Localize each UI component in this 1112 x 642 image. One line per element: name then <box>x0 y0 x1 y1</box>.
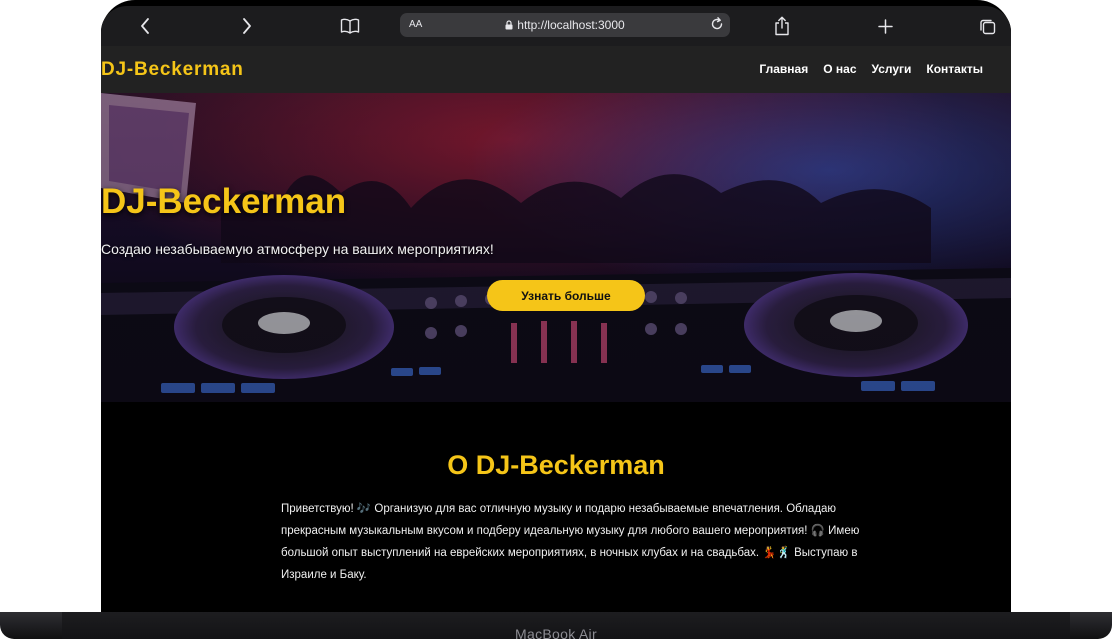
tabs-overview-button[interactable] <box>977 6 997 46</box>
about-title: О DJ-Beckerman <box>447 450 665 480</box>
reload-icon[interactable] <box>710 17 724 31</box>
tabs-icon <box>979 19 995 34</box>
plus-icon <box>877 18 893 34</box>
chevron-left-icon <box>141 18 149 34</box>
main-menu: Главная О нас Услуги Контакты <box>744 62 983 76</box>
about-section: О DJ-Beckerman Приветствую! 🎶 Организую … <box>101 402 1011 612</box>
nav-link-about[interactable]: О нас <box>823 62 856 76</box>
learn-more-button[interactable]: Узнать больше <box>487 280 645 311</box>
bookmarks-button[interactable] <box>337 6 363 46</box>
share-button[interactable] <box>771 6 793 46</box>
nav-link-home[interactable]: Главная <box>759 62 808 76</box>
site-logo[interactable]: DJ-Beckerman <box>101 59 244 81</box>
hero-subtitle: Создаю незабываемую атмосферу на ваших м… <box>101 241 494 257</box>
forward-button[interactable] <box>233 6 261 46</box>
address-bar[interactable]: AA http://localhost:3000 <box>400 13 730 37</box>
nav-link-contacts[interactable]: Контакты <box>926 62 983 76</box>
nav-link-services[interactable]: Услуги <box>872 62 912 76</box>
chevron-right-icon <box>243 18 251 34</box>
new-tab-button[interactable] <box>875 6 895 46</box>
book-icon <box>340 18 360 34</box>
browser-toolbar: AA http://localhost:3000 <box>101 6 1011 46</box>
hero-section: DJ-Beckerman Создаю незабываемую атмосфе… <box>101 93 1011 402</box>
url-text: http://localhost:3000 <box>517 18 625 32</box>
back-button[interactable] <box>131 6 159 46</box>
share-icon <box>775 16 789 36</box>
about-text: Приветствую! 🎶 Организую для вас отличну… <box>281 503 860 581</box>
browser-screen: AA http://localhost:3000 DJ-Beckerman Гл… <box>101 6 1011 612</box>
laptop-base: MacBook Air <box>0 612 1112 642</box>
device-label: MacBook Air <box>515 626 597 642</box>
site-header: DJ-Beckerman Главная О нас Услуги Контак… <box>101 46 1011 93</box>
hero-title: DJ-Beckerman <box>101 182 347 221</box>
lock-icon <box>505 20 513 30</box>
